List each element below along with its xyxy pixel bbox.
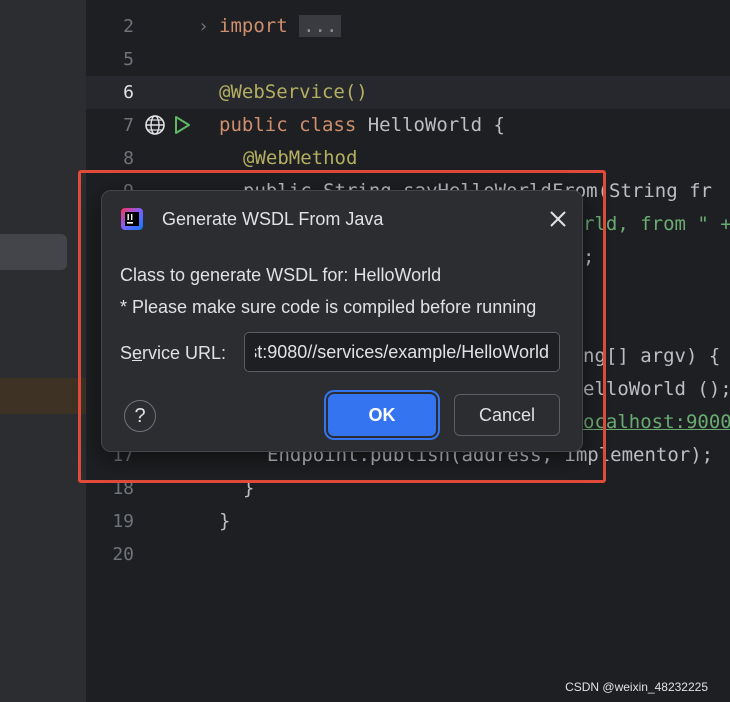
- code-line-current: 6 @WebService(): [86, 76, 730, 109]
- code-line: 2 › import ...: [86, 10, 730, 43]
- code-text: @WebService(): [219, 81, 368, 103]
- line-number: 7: [123, 115, 134, 136]
- class-value: HelloWorld: [353, 265, 442, 285]
- code-text: }: [219, 510, 231, 532]
- intellij-app-icon: [121, 208, 143, 230]
- code-line: 20: [86, 538, 730, 571]
- fold-chevron-icon[interactable]: ›: [198, 10, 209, 43]
- project-sidebar: [0, 0, 86, 702]
- sidebar-warning-row[interactable]: [0, 378, 86, 414]
- line-number: 6: [123, 82, 134, 103]
- compile-note: * Please make sure code is compiled befo…: [120, 297, 537, 317]
- web-service-globe-icon[interactable]: [144, 114, 166, 136]
- cancel-button[interactable]: Cancel: [454, 394, 560, 436]
- class-to-generate-row: Class to generate WSDL for: HelloWorld: [120, 263, 441, 287]
- class-label: Class to generate WSDL for:: [120, 265, 349, 285]
- generate-wsdl-dialog: Generate WSDL From Java Class to generat…: [101, 190, 583, 452]
- import-statement: import ...: [219, 10, 342, 43]
- code-line: 7 public class HelloWorld {: [86, 109, 730, 142]
- dialog-title: Generate WSDL From Java: [162, 209, 384, 229]
- line-number: 2: [123, 16, 134, 37]
- service-url-input[interactable]: [244, 332, 560, 372]
- line-number: 20: [112, 544, 134, 565]
- service-url-label: Service URL:: [120, 343, 227, 363]
- run-gutter-icon[interactable]: [172, 115, 192, 135]
- sidebar-selected-item[interactable]: [0, 234, 67, 270]
- code-text: public class HelloWorld {: [219, 114, 505, 136]
- ok-button[interactable]: OK: [328, 394, 436, 436]
- csdn-watermark: CSDN @weixin_48232225: [565, 680, 708, 694]
- line-number: 19: [112, 511, 134, 532]
- code-line: 5: [86, 43, 730, 76]
- help-icon[interactable]: ?: [124, 400, 156, 432]
- line-number: 5: [123, 49, 134, 70]
- close-icon[interactable]: [548, 209, 568, 229]
- code-line: 19 }: [86, 505, 730, 538]
